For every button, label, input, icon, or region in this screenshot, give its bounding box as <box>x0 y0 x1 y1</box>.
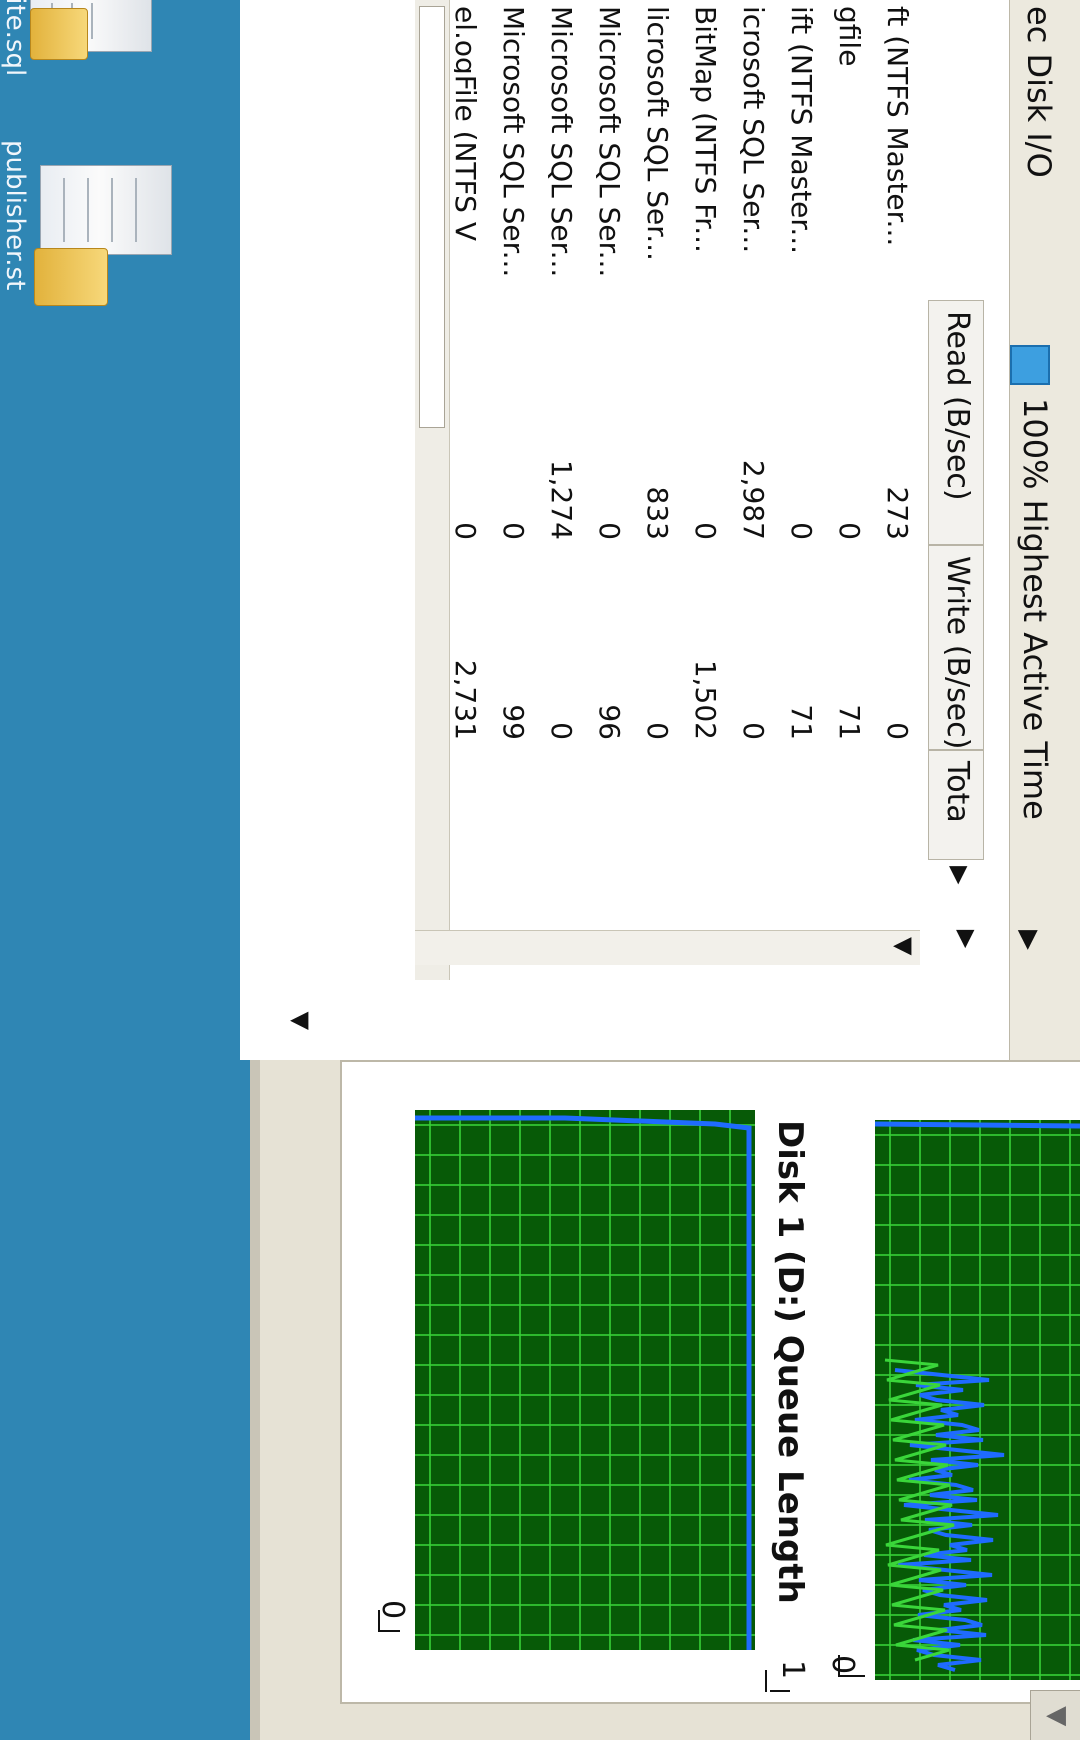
scroll-down-arrow-icon[interactable]: ▼ <box>890 937 918 955</box>
screen: { "desktop": { "icon_labels": ["lite.sql… <box>0 0 1080 1740</box>
column-label: Tota <box>940 761 975 823</box>
desktop-folder-icon[interactable] <box>30 8 88 60</box>
table-row[interactable]: Microsoft SQL Ser... 1,274 0 <box>536 0 586 950</box>
activity-series-line-a <box>875 1121 1080 1129</box>
read-value: 273 <box>881 486 914 540</box>
queue-max-label: 1 <box>775 1660 810 1680</box>
horizontal-scrollbar[interactable] <box>415 0 450 980</box>
write-value: 71 <box>833 704 866 740</box>
scroll-left-arrow-icon[interactable]: ◀ <box>1030 1690 1080 1740</box>
process-name: el.ogFile (NTFS V <box>454 6 482 241</box>
axis-tick <box>380 1630 400 1632</box>
write-value: 2,731 <box>454 659 482 740</box>
write-value: 1,502 <box>689 659 722 740</box>
write-value: 96 <box>593 704 626 740</box>
table-row[interactable]: el.ogFile (NTFS V 0 2,731 <box>454 0 490 950</box>
desktop-file-icon[interactable] <box>40 165 172 255</box>
axis-tick <box>838 1655 840 1677</box>
read-value: 1,274 <box>545 459 578 540</box>
write-value: 0 <box>545 722 578 740</box>
read-value: 833 <box>641 486 674 540</box>
collapse-arrow-icon[interactable]: ▶ <box>1014 930 1044 950</box>
column-header-read[interactable]: Read (B/sec) <box>928 300 984 545</box>
process-name: gfile <box>833 6 866 67</box>
axis-tick <box>770 1690 790 1692</box>
desktop-folder-icon[interactable] <box>34 248 108 306</box>
queue-series-line <box>415 1115 752 1650</box>
panel-arrow-icon[interactable]: ◀ <box>290 1005 308 1033</box>
process-name: licrosoft SQL Ser... <box>641 6 674 261</box>
legend-text: 100% Highest Active Time <box>1016 398 1054 820</box>
read-value: 0 <box>593 522 626 540</box>
process-name: ift (NTFS Master... <box>785 6 818 255</box>
read-value: 0 <box>454 360 482 540</box>
disk-activity-graph <box>875 1120 1080 1680</box>
write-value: 0 <box>641 722 674 740</box>
table-row[interactable]: icrosoft SQL Ser... 2,987 0 <box>728 0 778 950</box>
process-name: icrosoft SQL Ser... <box>737 6 770 254</box>
activity-min-label: 0 <box>825 1655 860 1675</box>
write-value: 71 <box>785 704 818 740</box>
table-row[interactable]: Microsoft SQL Ser... 0 99 <box>488 0 538 950</box>
vertical-scrollbar[interactable]: ▼ <box>415 930 920 965</box>
legend-swatch <box>1010 345 1050 385</box>
queue-length-chart <box>415 1110 755 1650</box>
read-value: 0 <box>833 522 866 540</box>
queue-length-graph <box>415 1110 755 1650</box>
table-row[interactable]: ift (NTFS Master... 0 71 <box>776 0 826 950</box>
process-name: Microsoft SQL Ser... <box>497 6 530 278</box>
panel-header[interactable]: ec Disk I/O 100% Highest Active Time ▶ <box>1009 0 1080 1060</box>
read-value: 2,987 <box>737 459 770 540</box>
axis-tick <box>840 1675 865 1677</box>
write-value: 0 <box>881 722 914 740</box>
read-value: 0 <box>785 522 818 540</box>
process-name: ft (NTFS Master... <box>881 6 914 247</box>
read-value: 0 <box>497 522 530 540</box>
column-label: Read (B/sec) <box>940 311 975 501</box>
process-name: Microsoft SQL Ser... <box>545 6 578 278</box>
queue-graph-title: Disk 1 (D:) Queue Length <box>770 1120 810 1604</box>
axis-tick <box>765 1670 767 1692</box>
process-name: BitMap (NTFS Fr... <box>689 6 722 253</box>
write-value: 0 <box>737 722 770 740</box>
table-row[interactable]: licrosoft SQL Ser... 833 0 <box>632 0 682 950</box>
write-value: 99 <box>497 704 530 740</box>
scroll-right-arrow-icon[interactable]: ▶ <box>946 866 974 884</box>
desktop-icon-label: publisher.st <box>0 140 30 291</box>
disk-processes-panel: ec Disk I/O 100% Highest Active Time ▶ R… <box>240 0 1080 1060</box>
table-row[interactable]: BitMap (NTFS Fr... 0 1,502 <box>680 0 730 950</box>
column-header-write[interactable]: Write (B/sec) <box>928 545 984 750</box>
desktop-icon-label: lite.sql <box>0 0 30 77</box>
read-value: 0 <box>689 522 722 540</box>
horizontal-scroll-thumb[interactable] <box>419 6 445 428</box>
collapse-graphs-arrow-icon[interactable]: ▶ <box>953 930 981 948</box>
disk-activity-chart <box>875 1120 1080 1680</box>
process-name: Microsoft SQL Ser... <box>593 6 626 278</box>
axis-tick <box>378 1610 380 1632</box>
column-header-total[interactable]: Tota <box>928 750 984 860</box>
queue-min-label: 0 <box>375 1600 410 1620</box>
table-row[interactable]: ft (NTFS Master... 273 0 <box>872 0 922 950</box>
table-row[interactable]: gfile 0 71 <box>824 0 874 950</box>
panel-title: ec Disk I/O <box>1020 6 1058 178</box>
table-row[interactable]: Microsoft SQL Ser... 0 96 <box>584 0 634 950</box>
column-label: Write (B/sec) <box>940 556 975 750</box>
